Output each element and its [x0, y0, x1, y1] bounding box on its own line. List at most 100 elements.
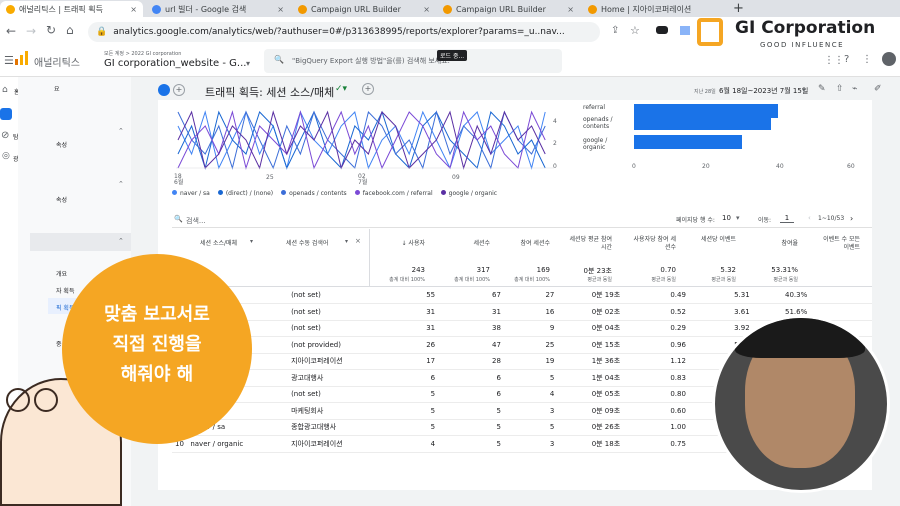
table-cell: 5.31: [688, 287, 753, 304]
column-header-source[interactable]: 세션 소스/매체: [200, 238, 237, 247]
close-icon[interactable]: ×: [273, 5, 284, 14]
table-cell: 5: [438, 402, 504, 420]
legend-item[interactable]: naver / sa: [172, 190, 210, 197]
tab-campaign-url-builder[interactable]: Campaign URL Builder ×: [292, 1, 436, 17]
table-cell: 3: [503, 402, 558, 420]
bar[interactable]: [634, 135, 742, 149]
chevron-down-icon[interactable]: ▾: [250, 238, 253, 245]
table-search-input[interactable]: 검색...: [186, 216, 206, 226]
table-cell: 0분 02초: [557, 303, 624, 321]
legend-dot: [440, 190, 446, 195]
table-cell: 31: [378, 303, 439, 321]
apps-icon[interactable]: ⋮⋮: [824, 55, 844, 66]
legend-item[interactable]: (direct) / (none): [217, 190, 273, 197]
extension-icon[interactable]: [656, 26, 668, 34]
add-comparison-icon[interactable]: +: [173, 84, 185, 96]
edit-icon[interactable]: ✐: [874, 84, 882, 94]
x-tick: 02 7월: [358, 173, 368, 186]
table-cell: 5: [438, 419, 504, 436]
next-page-icon[interactable]: ›: [850, 214, 853, 223]
presenter-video: [712, 315, 890, 493]
reports-icon[interactable]: [0, 108, 12, 120]
chevron-up-icon[interactable]: ⌃: [118, 237, 124, 245]
column-header-sessions[interactable]: 세션수: [460, 238, 490, 247]
date-prefix: 지난 28일: [694, 89, 716, 95]
legend-item[interactable]: openads / contents: [281, 190, 347, 197]
back-icon[interactable]: ←: [6, 24, 16, 38]
date-range-picker[interactable]: 6월 18일~2023년 7월 15일: [719, 86, 808, 96]
avatar[interactable]: [882, 52, 896, 66]
analytics-logo-icon: [14, 51, 28, 65]
rows-per-page-select[interactable]: 10: [722, 214, 731, 222]
x-tick: 18 6월: [174, 173, 184, 186]
reload-icon[interactable]: ↻: [46, 23, 56, 37]
table-row[interactable]: n/(not set)3131160분 02초0.523.6151.6%: [172, 303, 872, 321]
prev-page-icon[interactable]: ‹: [808, 214, 811, 222]
y-tick: 2: [553, 140, 557, 147]
chevron-down-icon[interactable]: ▾: [736, 214, 740, 222]
insights-icon[interactable]: ⌁: [852, 84, 857, 94]
extension-icon-2[interactable]: [680, 26, 690, 35]
tab-google-search[interactable]: url 빌더 - Google 검색 ×: [146, 1, 290, 17]
table-cell: 67: [438, 287, 504, 304]
chevron-down-icon[interactable]: ▾: [345, 238, 348, 245]
legend-item[interactable]: facebook.com / referral: [354, 190, 433, 197]
close-icon[interactable]: ×: [563, 5, 574, 14]
share-icon[interactable]: ⇧: [836, 84, 844, 94]
ads-icon[interactable]: ◎: [2, 151, 10, 161]
table-cell: 5: [378, 402, 439, 420]
legend-item[interactable]: google / organic: [440, 190, 497, 197]
address-bar[interactable]: 🔒 analytics.google.com/analytics/web/?au…: [88, 22, 600, 42]
home-icon[interactable]: ⌂: [2, 85, 8, 95]
table-cell: 0.80: [623, 386, 689, 403]
property-selector[interactable]: GI corporation_website - G...: [104, 58, 246, 69]
table-cell: 1분 04초: [557, 369, 624, 387]
explore-icon[interactable]: ⊘: [1, 130, 9, 141]
sidenav-item[interactable]: 속성: [56, 195, 67, 204]
menu-icon[interactable]: ☰: [4, 54, 14, 67]
sidenav-item-overview[interactable]: 개요: [56, 269, 67, 278]
check-circle-icon[interactable]: ✓▾: [335, 84, 347, 94]
bar[interactable]: [634, 116, 771, 130]
tab-home[interactable]: Home | 지아이코퍼레이션: [582, 1, 727, 17]
chevron-up-icon[interactable]: ⌃: [118, 180, 124, 188]
add-icon[interactable]: +: [362, 83, 374, 95]
forward-icon[interactable]: →: [26, 24, 36, 38]
goto-input[interactable]: 1: [780, 214, 794, 223]
account-breadcrumb[interactable]: 모든 계정 > 2022 GI corporation: [104, 50, 181, 57]
tab-label: Campaign URL Builder: [311, 4, 401, 14]
column-header-engagement-rate[interactable]: 참여율: [762, 238, 798, 247]
table-row[interactable]: none)(not set)5567270분 19초0.495.3140.3%: [172, 287, 872, 304]
bar-label: referral: [583, 104, 606, 111]
column-header-eng-per-user[interactable]: 사용자당 참여 세션수: [630, 236, 676, 252]
column-header-events-per-session[interactable]: 세션당 이벤트: [694, 236, 736, 244]
close-icon[interactable]: ×: [126, 5, 137, 14]
sidenav-item[interactable]: 중: [56, 339, 62, 348]
chevron-down-icon[interactable]: ▾: [246, 59, 250, 68]
tab-analytics[interactable]: 애널리틱스 | 트래픽 획득 ×: [0, 1, 143, 17]
tab-label: Home | 지아이코퍼레이션: [601, 4, 692, 14]
share-icon[interactable]: ⇪: [611, 25, 619, 36]
close-icon[interactable]: ×: [419, 5, 430, 14]
column-header-keyword[interactable]: 세션 수동 검색어: [286, 238, 328, 247]
customize-icon[interactable]: ✎: [818, 84, 826, 94]
chevron-up-icon[interactable]: ⌃: [118, 127, 124, 135]
help-icon[interactable]: ?: [844, 54, 849, 65]
chevron-down-icon[interactable]: ▾: [802, 86, 806, 94]
more-vert-icon[interactable]: ⋮: [862, 54, 872, 65]
column-header-engaged[interactable]: 참여 세션수: [510, 238, 550, 247]
column-header-avg-time[interactable]: 세션당 평균 참여 시간: [566, 236, 612, 252]
star-icon[interactable]: ☆: [630, 24, 640, 37]
column-header-event-count[interactable]: 이벤트 수 모든 이벤트: [818, 236, 860, 252]
bar-tick: 20: [702, 163, 710, 170]
sidenav-group[interactable]: [30, 233, 131, 251]
close-icon[interactable]: ×: [355, 237, 361, 245]
sidenav-item-user-acquisition[interactable]: 자 획득: [56, 286, 74, 295]
column-header-users[interactable]: ↓ 사용자: [395, 238, 426, 247]
sidenav-item[interactable]: 속성: [56, 140, 67, 149]
sidenav-item[interactable]: 요: [54, 84, 60, 93]
home-icon[interactable]: ⌂: [66, 23, 74, 37]
new-tab-button[interactable]: +: [733, 1, 744, 16]
tab-campaign-url-builder-2[interactable]: Campaign URL Builder ×: [437, 1, 580, 17]
speech-line: 직접 진행을: [112, 334, 202, 355]
